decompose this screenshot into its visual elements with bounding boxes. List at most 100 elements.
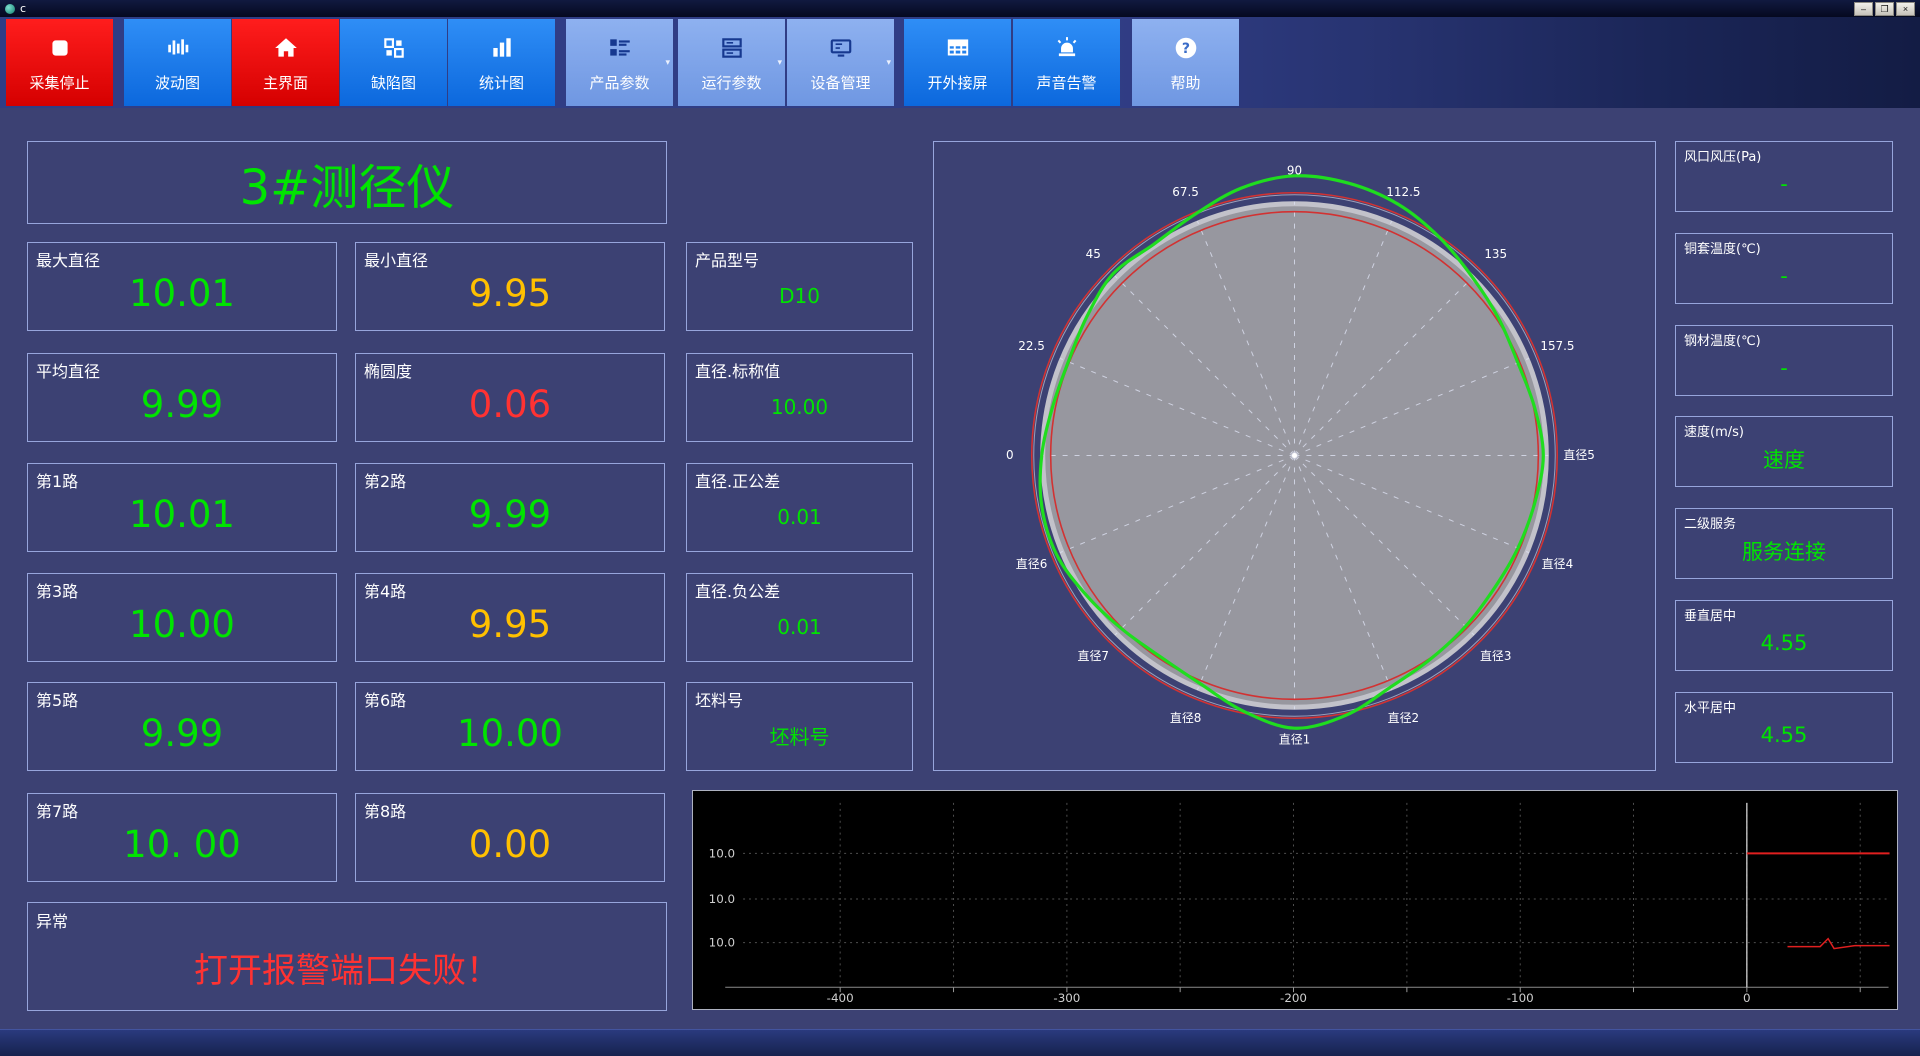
metric-card-tolerance-minus: 直径.负公差 0.01 <box>686 573 913 662</box>
chevron-down-icon: ▾ <box>777 58 782 68</box>
metric-value: 10.00 <box>129 603 235 646</box>
svg-text:10.0: 10.0 <box>709 846 735 860</box>
toolbar-button-stop-collection[interactable]: 采集停止 <box>6 19 113 106</box>
metric-card-max-diameter: 最大直径 10.01 <box>27 242 337 331</box>
metric-value: 0.01 <box>777 504 822 529</box>
center-point <box>1292 453 1297 458</box>
metric-card-path4: 第4路 9.95 <box>355 573 665 662</box>
alarm-siren-icon <box>1054 33 1080 63</box>
toolbar-button-sound-alarm[interactable]: 声音告警 <box>1013 19 1120 106</box>
toolbar-button-external-screen[interactable]: 开外接屏 <box>904 19 1011 106</box>
defect-grid-icon <box>381 33 407 63</box>
product-params-icon <box>607 33 633 63</box>
run-params-icon <box>719 33 745 63</box>
status-card-vertical-center: 垂直居中 4.55 <box>1675 600 1893 671</box>
metric-value: 10.01 <box>129 493 235 536</box>
status-value: - <box>1780 263 1788 288</box>
toolbar-button-wave-chart[interactable]: 波动图 <box>124 19 231 106</box>
minimize-button[interactable]: – <box>1854 1 1873 16</box>
metric-card-billet-no: 坯料号 坯料号 <box>686 682 913 771</box>
svg-text:-400: -400 <box>827 991 854 1005</box>
metric-card-avg-diameter: 平均直径 9.99 <box>27 353 337 442</box>
svg-text:0: 0 <box>1743 991 1751 1005</box>
metric-value: 9.99 <box>140 712 224 755</box>
status-card-wind-pressure: 风口风压(Pa) - <box>1675 141 1893 212</box>
status-value: - <box>1780 355 1788 380</box>
toolbar-button-help[interactable]: ? 帮助 <box>1132 19 1239 106</box>
metric-card-path7: 第7路 10. 00 <box>27 793 337 882</box>
status-card-speed: 速度(m/s) 速度 <box>1675 416 1893 487</box>
maximize-button[interactable]: ❐ <box>1875 1 1894 16</box>
stop-icon <box>47 33 73 63</box>
window-controls: – ❐ × <box>1854 1 1917 16</box>
status-card-copper-sleeve-temp: 铜套温度(℃) - <box>1675 233 1893 304</box>
trend-chart-panel: 10.0 10.0 10.0 -400 -300 -200 -100 0 <box>692 790 1898 1010</box>
status-value: 服务连接 <box>1742 539 1826 564</box>
svg-text:-300: -300 <box>1053 991 1080 1005</box>
polar-profile-chart: 0 22.5 45 67.5 90 112.5 135 157.5 直径5 直径4 直径3 直径2 直径… <box>1006 163 1595 747</box>
svg-text:67.5: 67.5 <box>1172 185 1199 199</box>
toolbar: 采集停止 波动图 主界面 缺陷图 统计图 产品参数 ▾ 运行参数 ▾ 设备管理 … <box>0 17 1920 108</box>
status-value: 速度 <box>1763 447 1805 472</box>
metric-value: 9.95 <box>468 603 552 646</box>
waveform-icon <box>165 33 191 63</box>
metric-value: 0.01 <box>777 614 822 639</box>
status-bar <box>0 1029 1920 1056</box>
metric-value: 10.00 <box>770 394 829 419</box>
trend-chart: 10.0 10.0 10.0 -400 -300 -200 -100 0 <box>709 802 1890 1005</box>
app-window: c – ❐ × 采集停止 波动图 主界面 缺陷图 统计图 产品参数 ▾ 运行参数… <box>0 0 1920 1056</box>
svg-text:157.5: 157.5 <box>1540 339 1574 353</box>
svg-text:-200: -200 <box>1280 991 1307 1005</box>
home-icon <box>273 33 299 63</box>
metric-card-path5: 第5路 9.99 <box>27 682 337 771</box>
svg-text:直径8: 直径8 <box>1170 711 1201 725</box>
metric-card-path2: 第2路 9.99 <box>355 463 665 552</box>
bar-chart-icon <box>489 33 515 63</box>
svg-text:22.5: 22.5 <box>1018 339 1045 353</box>
external-screen-icon <box>945 33 971 63</box>
svg-text:直径3: 直径3 <box>1480 649 1511 663</box>
metric-value: D10 <box>779 283 820 308</box>
status-value: 4.55 <box>1760 722 1808 747</box>
app-icon <box>5 3 15 14</box>
metric-card-tolerance-plus: 直径.正公差 0.01 <box>686 463 913 552</box>
metric-card-min-diameter: 最小直径 9.95 <box>355 242 665 331</box>
svg-text:135: 135 <box>1484 247 1507 261</box>
metric-card-path1: 第1路 10.01 <box>27 463 337 552</box>
svg-text:直径2: 直径2 <box>1388 711 1419 725</box>
titlebar: c – ❐ × <box>0 0 1920 17</box>
metric-card-nominal-diameter: 直径.标称值 10.00 <box>686 353 913 442</box>
status-card-secondary-service: 二级服务 服务连接 <box>1675 508 1893 579</box>
metric-value: 0.00 <box>468 823 552 866</box>
polar-chart-panel: 0 22.5 45 67.5 90 112.5 135 157.5 直径5 直径4 直径3 直径2 直径… <box>933 141 1656 771</box>
svg-text:直径5: 直径5 <box>1563 448 1594 462</box>
toolbar-button-product-params[interactable]: 产品参数 ▾ <box>566 19 673 106</box>
svg-text:直径6: 直径6 <box>1016 557 1047 571</box>
toolbar-button-run-params[interactable]: 运行参数 ▾ <box>678 19 785 106</box>
metric-card-product-model: 产品型号 D10 <box>686 242 913 331</box>
svg-text:10.0: 10.0 <box>709 892 735 906</box>
status-card-steel-temp: 钢材温度(℃) - <box>1675 325 1893 396</box>
metric-card-path6: 第6路 10.00 <box>355 682 665 771</box>
svg-text:直径1: 直径1 <box>1279 733 1310 747</box>
alarm-message: 打开报警端口失败！ <box>194 951 500 991</box>
svg-text:10.0: 10.0 <box>709 936 735 950</box>
svg-text:-100: -100 <box>1507 991 1534 1005</box>
metric-card-path8: 第8路 0.00 <box>355 793 665 882</box>
toolbar-button-device-management[interactable]: 设备管理 ▾ <box>787 19 894 106</box>
status-value: - <box>1780 171 1788 196</box>
alarm-panel: 异常 打开报警端口失败！ <box>27 902 667 1011</box>
toolbar-button-statistics-chart[interactable]: 统计图 <box>448 19 555 106</box>
chevron-down-icon: ▾ <box>665 58 670 68</box>
toolbar-button-main-screen[interactable]: 主界面 <box>232 19 339 106</box>
metric-card-ellipticity: 椭圆度 0.06 <box>355 353 665 442</box>
close-button[interactable]: × <box>1896 1 1915 16</box>
chevron-down-icon: ▾ <box>886 58 891 68</box>
metric-value: 10. 00 <box>123 823 241 866</box>
svg-text:45: 45 <box>1086 247 1101 261</box>
metric-value: 9.99 <box>140 383 224 426</box>
device-monitor-icon <box>828 33 854 63</box>
metric-value: 10.00 <box>457 712 563 755</box>
metric-value: 10.01 <box>129 272 235 315</box>
toolbar-button-defect-chart[interactable]: 缺陷图 <box>340 19 447 106</box>
